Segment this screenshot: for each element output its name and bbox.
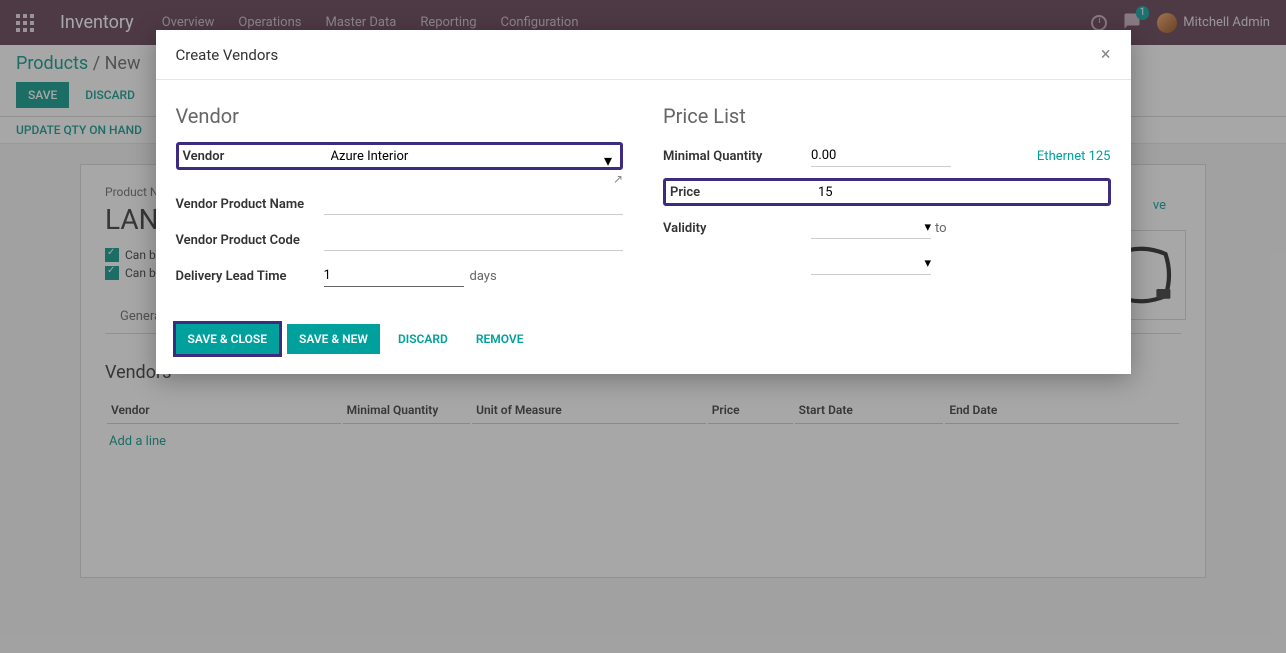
vendor-label: Vendor	[183, 149, 331, 164]
remove-button[interactable]: REMOVE	[466, 324, 534, 354]
pricelist-column: Price List Minimal Quantity Ethernet 125…	[663, 104, 1111, 298]
price-input[interactable]	[818, 182, 958, 203]
validity-from-select[interactable]: ▾	[811, 217, 931, 239]
vendor-product-name-input[interactable]	[324, 193, 624, 215]
modal-discard-button[interactable]: DISCARD	[388, 324, 458, 354]
modal-footer: SAVE & CLOSE SAVE & NEW DISCARD REMOVE	[156, 310, 1131, 374]
days-suffix: days	[470, 269, 497, 284]
modal-overlay: Create Vendors × Vendor Vendor ▾ ↗ Ven	[0, 0, 1286, 653]
close-icon[interactable]: ×	[1101, 44, 1111, 65]
validity-to-select[interactable]: ▾	[811, 253, 931, 275]
create-vendors-modal: Create Vendors × Vendor Vendor ▾ ↗ Ven	[156, 30, 1131, 374]
price-label: Price	[670, 185, 818, 200]
save-close-button[interactable]: SAVE & CLOSE	[176, 324, 280, 354]
validity-label: Validity	[663, 221, 811, 236]
vendor-column: Vendor Vendor ▾ ↗ Vendor Product Name	[176, 104, 624, 298]
vendor-section-heading: Vendor	[176, 104, 624, 128]
vpn-label: Vendor Product Name	[176, 197, 324, 212]
dlt-label: Delivery Lead Time	[176, 269, 324, 284]
vpc-label: Vendor Product Code	[176, 233, 324, 248]
price-field-row: Price	[663, 178, 1111, 206]
minq-label: Minimal Quantity	[663, 149, 811, 164]
vendor-field-row: Vendor ▾	[176, 142, 624, 170]
uom-link[interactable]: Ethernet 125	[1037, 149, 1111, 164]
to-label: to	[935, 221, 947, 236]
minimal-quantity-input[interactable]	[811, 145, 951, 167]
vendor-select[interactable]	[331, 146, 617, 167]
external-link-icon[interactable]: ↗	[613, 172, 623, 186]
save-new-button[interactable]: SAVE & NEW	[287, 324, 380, 354]
vendor-product-code-input[interactable]	[324, 229, 624, 251]
pricelist-section-heading: Price List	[663, 104, 1111, 128]
delivery-lead-time-input[interactable]	[324, 265, 464, 287]
modal-title: Create Vendors	[176, 46, 279, 64]
